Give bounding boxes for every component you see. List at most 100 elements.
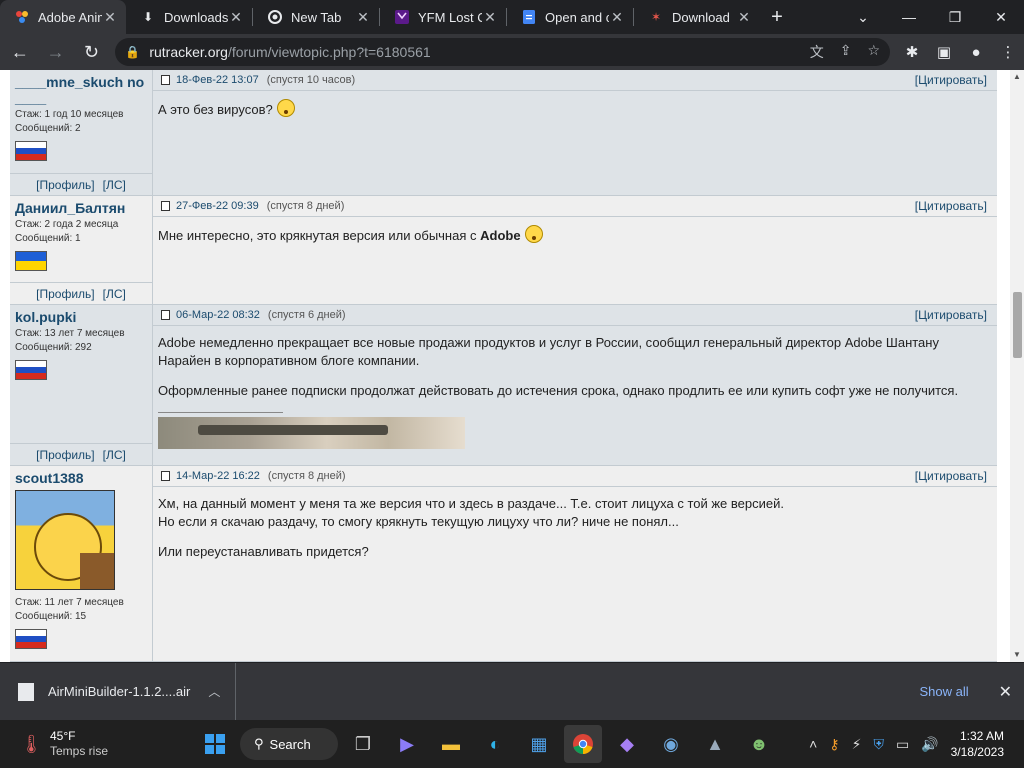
show-all-link[interactable]: Show all	[919, 684, 968, 699]
post-author: kol.pupki Стаж: 13 лет 7 месяцев Сообщен…	[10, 305, 153, 465]
signature-divider	[158, 412, 283, 413]
scroll-up-arrow-icon[interactable]: ▲	[1010, 70, 1024, 84]
profile-link[interactable]: [Профиль]	[36, 287, 94, 301]
edge-icon[interactable]: ◐	[476, 725, 514, 763]
page-scrollbar[interactable]: ▲ ▼	[1010, 70, 1024, 662]
taskbar-apps: ⚲ Search ❐ ▶ ▬ ◐ ▦ ◆ ◉ ▲ ☻	[196, 720, 778, 768]
scroll-down-arrow-icon[interactable]: ▼	[1010, 648, 1024, 662]
close-icon[interactable]: ✕	[609, 9, 625, 26]
file-explorer-icon[interactable]: ▬	[432, 725, 470, 763]
extensions-icon[interactable]: ✱	[896, 36, 928, 68]
username[interactable]: Даниил_Балтян	[15, 200, 147, 216]
tab-downloads[interactable]: ⬇ Downloads ✕	[126, 0, 252, 34]
chevron-up-icon[interactable]: ˄	[809, 736, 817, 752]
download-item[interactable]: AirMiniBuilder-1.1.2....air ︿	[0, 662, 236, 721]
post-date[interactable]: 27-Фев-22 09:39	[176, 200, 259, 212]
username[interactable]: kol.pupki	[15, 309, 147, 325]
vpn-icon[interactable]: ⚡	[852, 736, 862, 753]
close-window-button[interactable]: ✕	[978, 0, 1024, 34]
volume-icon[interactable]: 🔊	[921, 736, 938, 753]
avatar[interactable]	[15, 490, 115, 590]
teams-icon[interactable]: ▶	[388, 725, 426, 763]
store-icon[interactable]: ▦	[520, 725, 558, 763]
monitor-icon[interactable]: ▭	[896, 736, 909, 753]
quote-link[interactable]: [Цитировать]	[915, 199, 987, 213]
post-date[interactable]: 06-Мар-22 08:32	[176, 309, 260, 321]
close-icon[interactable]: ✕	[228, 9, 244, 26]
profile-icon[interactable]: ●	[960, 36, 992, 68]
close-icon[interactable]: ✕	[999, 682, 1012, 702]
surprised-smiley-icon	[276, 99, 295, 117]
close-icon[interactable]: ✕	[482, 9, 498, 26]
chevron-up-icon[interactable]: ︿	[208, 683, 220, 700]
weather-widget[interactable]: 🌡 45°F Temps rise	[0, 729, 220, 759]
close-icon[interactable]: ✕	[355, 9, 371, 26]
tab-search-icon[interactable]: ⌄	[840, 0, 886, 34]
windows-start-icon[interactable]	[196, 725, 234, 763]
post-body: 27-Фев-22 09:39 (спустя 8 дней) [Цитиров…	[153, 196, 997, 304]
tab-new-tab[interactable]: New Tab ✕	[253, 0, 379, 34]
quote-link[interactable]: [Цитировать]	[915, 469, 987, 483]
game-icon[interactable]: ☻	[740, 725, 778, 763]
close-icon[interactable]: ✕	[102, 9, 118, 26]
tab-title: Download	[672, 9, 730, 25]
tab-yfm[interactable]: YFM Lost C ✕	[380, 0, 506, 34]
pm-link[interactable]: [ЛС]	[103, 287, 126, 301]
browser-toolbar: ← → ↻ 🔒 rutracker.org /forum/viewtopic.p…	[0, 34, 1024, 70]
post-date[interactable]: 14-Мар-22 16:22	[176, 470, 260, 482]
chrome-taskbar-icon[interactable]	[564, 725, 602, 763]
translate-icon[interactable]: 文	[810, 42, 824, 62]
image-viewer-icon[interactable]: ▲	[696, 725, 734, 763]
post-paragraph: Хм, на данный момент у меня та же версия…	[158, 496, 784, 511]
weather-text: Temps rise	[50, 744, 109, 758]
pm-link[interactable]: [ЛС]	[103, 448, 126, 462]
post-icon	[161, 471, 170, 481]
profile-link[interactable]: [Профиль]	[36, 448, 94, 462]
lock-icon: 🔒	[125, 45, 141, 59]
side-panel-icon[interactable]: ▣	[928, 36, 960, 68]
quote-link[interactable]: [Цитировать]	[915, 73, 987, 87]
chrome-icon	[267, 9, 283, 25]
post-paragraph: Но если я скачаю раздачу, то смогу крякн…	[158, 514, 679, 529]
reload-button[interactable]: ↻	[76, 36, 108, 68]
tab-title: Downloads	[164, 9, 228, 25]
tab-title: YFM Lost C	[418, 9, 482, 25]
minimize-button[interactable]: —	[886, 0, 932, 34]
post-date[interactable]: 18-Фев-22 13:07	[176, 74, 259, 86]
key-icon[interactable]: ⚷	[829, 736, 839, 753]
bookmark-star-icon[interactable]: ☆	[867, 42, 880, 62]
flag-russia	[15, 360, 47, 380]
post-icon	[161, 201, 170, 211]
qbittorrent-icon[interactable]: ◉	[652, 725, 690, 763]
profile-link[interactable]: [Профиль]	[36, 178, 94, 192]
defender-icon[interactable]: ⛨	[873, 736, 884, 753]
share-icon[interactable]: ⇪	[840, 42, 852, 62]
author-links: [Профиль] [ЛС]	[10, 282, 152, 304]
weather-temp: 45°F	[50, 729, 76, 743]
task-view-icon[interactable]: ❐	[344, 725, 382, 763]
menu-icon[interactable]: ⋮	[992, 36, 1024, 68]
scrollbar-thumb[interactable]	[1013, 292, 1022, 358]
back-button[interactable]: ←	[4, 36, 36, 68]
forum-post: Даниил_Балтян Стаж: 2 года 2 месяца Сооб…	[10, 196, 997, 305]
post-icon	[161, 75, 170, 85]
tab-adobe-animate[interactable]: Adobe Anim ✕	[0, 0, 126, 34]
visual-studio-icon[interactable]: ◆	[608, 725, 646, 763]
tab-open-and[interactable]: Open and c ✕	[507, 0, 633, 34]
forward-button[interactable]: →	[40, 36, 72, 68]
restore-button[interactable]: ❐	[932, 0, 978, 34]
new-tab-button[interactable]: +	[760, 0, 794, 34]
post-text: Adobe немедленно прекращает все новые пр…	[153, 326, 997, 449]
address-bar[interactable]: 🔒 rutracker.org /forum/viewtopic.php?t=6…	[115, 38, 891, 66]
username[interactable]: scout1388	[15, 470, 147, 486]
close-icon[interactable]: ✕	[736, 9, 752, 26]
username[interactable]: ____mne_skuch no____	[15, 74, 147, 106]
url-host: rutracker.org	[149, 44, 228, 60]
quote-link[interactable]: [Цитировать]	[915, 308, 987, 322]
clock[interactable]: 1:32 AM 3/18/2023	[951, 728, 1004, 760]
pm-link[interactable]: [ЛС]	[103, 178, 126, 192]
bold-adobe: Adobe	[480, 228, 521, 243]
taskbar-search[interactable]: ⚲ Search	[240, 728, 338, 760]
tab-download[interactable]: ✶ Download ✕	[634, 0, 760, 34]
post-body: 18-Фев-22 13:07 (спустя 10 часов) [Цитир…	[153, 70, 997, 195]
